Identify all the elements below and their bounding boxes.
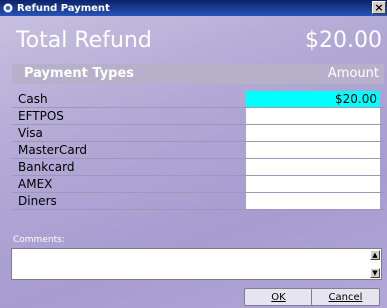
payment-type-visa: Visa	[18, 126, 43, 140]
ok-button-label: OK	[271, 291, 286, 303]
scroll-down-icon[interactable]: ▼	[370, 268, 380, 278]
table-header: Payment Types Amount	[12, 64, 384, 84]
comments-scrollbar[interactable]: ▲ ▼	[370, 250, 380, 278]
table-row: Bankcard	[12, 159, 384, 176]
total-refund-amount: $20.00	[305, 28, 382, 53]
cancel-button-label: Cancel	[328, 291, 363, 303]
close-icon: ×	[374, 1, 384, 14]
table-row: MasterCard	[12, 142, 384, 159]
comments-field[interactable]: ▲ ▼	[11, 248, 382, 280]
cancel-button[interactable]: Cancel	[311, 288, 380, 306]
app-icon	[3, 3, 13, 13]
amount-header: Amount	[327, 66, 379, 81]
window-title: Refund Payment	[17, 2, 110, 14]
table-row: AMEX	[12, 176, 384, 193]
payment-type-amex: AMEX	[18, 177, 53, 191]
payment-type-cash: Cash	[18, 92, 48, 106]
total-refund-label: Total Refund	[16, 28, 152, 53]
amount-field-mastercard[interactable]	[246, 142, 380, 158]
payment-type-bankcard: Bankcard	[18, 160, 75, 174]
table-row: Cash $20.00	[12, 91, 384, 108]
table-row: Visa	[12, 125, 384, 142]
comments-label: Comments:	[13, 235, 65, 245]
payment-grid: Cash $20.00 EFTPOS Visa MasterCard Bankc…	[12, 91, 384, 210]
payment-type-eftpos: EFTPOS	[18, 109, 64, 123]
amount-field-cash[interactable]: $20.00	[246, 91, 380, 107]
table-row: Diners	[12, 193, 384, 210]
total-refund-row: Total Refund $20.00	[12, 25, 384, 61]
payment-type-diners: Diners	[18, 194, 57, 208]
ok-button[interactable]: OK	[244, 288, 313, 306]
payment-types-header: Payment Types	[24, 66, 135, 81]
amount-field-diners[interactable]	[246, 193, 380, 209]
payment-type-mastercard: MasterCard	[18, 143, 88, 157]
table-row: EFTPOS	[12, 108, 384, 125]
amount-field-amex[interactable]	[246, 176, 380, 192]
scroll-up-icon[interactable]: ▲	[370, 250, 380, 260]
amount-field-visa[interactable]	[246, 125, 380, 141]
refund-payment-window: Refund Payment × Total Refund $20.00 Pay…	[0, 0, 387, 308]
close-button[interactable]: ×	[372, 1, 386, 14]
amount-field-bankcard[interactable]	[246, 159, 380, 175]
title-bar: Refund Payment ×	[0, 0, 387, 16]
amount-field-eftpos[interactable]	[246, 108, 380, 124]
